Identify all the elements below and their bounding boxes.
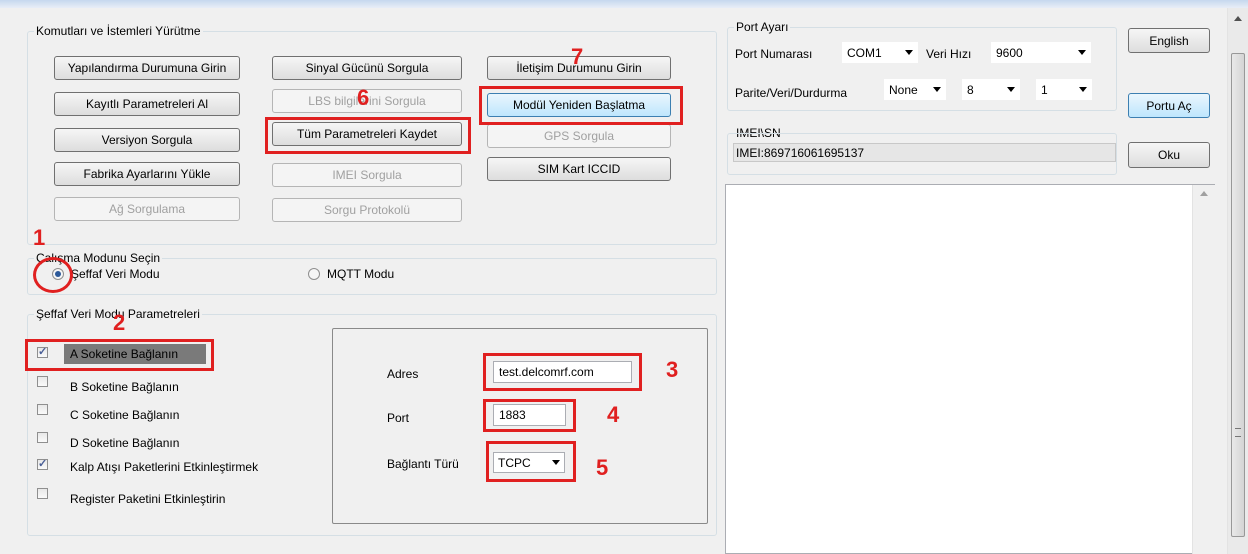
parity-label: Parite/Veri/Durdurma [735, 86, 848, 100]
parity-select[interactable]: None [884, 79, 946, 100]
transparent-mode-label: Şeffaf Veri Modu [71, 267, 160, 281]
annotation-box-port [483, 399, 576, 432]
socket-c-label: C Soketine Bağlanın [70, 408, 180, 422]
chevron-down-icon [1078, 50, 1086, 55]
chevron-down-icon [933, 87, 941, 92]
version-query-button[interactable]: Versiyon Sorgula [54, 128, 240, 152]
chevron-down-icon [1007, 87, 1015, 92]
baud-rate-label: Veri Hızı [926, 47, 972, 61]
annotation-number-3: 3 [666, 357, 679, 382]
output-textarea[interactable] [725, 184, 1215, 554]
annotation-number-1: 1 [33, 225, 46, 250]
annotation-number-4: 4 [607, 402, 620, 427]
gps-query-button[interactable]: GPS Sorgula [487, 124, 671, 148]
chevron-down-icon [905, 50, 913, 55]
window-title-strip [0, 0, 1248, 8]
annotation-number-7: 7 [571, 44, 584, 69]
register-checkbox[interactable] [37, 488, 48, 499]
heartbeat-checkbox[interactable] [37, 457, 48, 470]
socket-c-checkbox[interactable] [37, 404, 48, 415]
annotation-box-socket-a [25, 339, 214, 371]
port-settings-legend: Port Ayarı [734, 20, 791, 34]
read-button[interactable]: Oku [1128, 142, 1210, 168]
chevron-down-icon [1079, 87, 1087, 92]
heartbeat-label: Kalp Atışı Paketlerini Etkinleştirmek [70, 460, 259, 474]
stop-bits-select[interactable]: 1 [1036, 79, 1092, 100]
annotation-box-save-all [265, 117, 471, 154]
commands-legend: Komutları ve İstemleri Yürütme [34, 24, 203, 38]
port-number-label: Port Numarası [735, 47, 813, 61]
imei-query-button[interactable]: IMEI Sorgula [272, 163, 462, 187]
signal-query-button[interactable]: Sinyal Gücünü Sorgula [272, 56, 462, 80]
factory-load-button[interactable]: Fabrika Ayarlarını Yükle [54, 162, 240, 186]
register-label: Register Paketini Etkinleştirin [70, 492, 226, 506]
annotation-box-conn-type [486, 441, 576, 482]
stop-bits-value: 1 [1041, 82, 1048, 97]
data-bits-select[interactable]: 8 [962, 79, 1020, 100]
output-scrollbar[interactable] [1192, 185, 1215, 554]
network-query-button[interactable]: Ağ Sorgulama [54, 197, 240, 221]
baud-rate-select[interactable]: 9600 [991, 42, 1091, 63]
port-number-select[interactable]: COM1 [842, 42, 918, 63]
english-button[interactable]: English [1128, 28, 1210, 53]
annotation-number-6: 6 [357, 85, 370, 110]
annotation-circle-mode [33, 257, 73, 293]
socket-b-label: B Soketine Bağlanın [70, 380, 179, 394]
config-enter-button[interactable]: Yapılandırma Durumuna Girin [54, 56, 240, 80]
annotation-number-5: 5 [596, 455, 609, 480]
port-number-value: COM1 [847, 45, 882, 60]
annotation-box-module-restart [479, 86, 683, 125]
data-bits-value: 8 [967, 82, 974, 97]
scroll-up-icon[interactable] [1234, 16, 1242, 21]
scroll-thumb[interactable] [1231, 53, 1245, 537]
annotation-number-2: 2 [113, 310, 126, 335]
parity-value: None [889, 82, 918, 97]
scroll-up-icon[interactable] [1200, 191, 1208, 196]
connection-type-label: Bağlantı Türü [387, 457, 459, 471]
window-scrollbar[interactable] [1227, 8, 1248, 554]
protocol-query-button[interactable]: Sorgu Protokolü [272, 198, 462, 222]
port-label: Port [387, 411, 410, 425]
saved-params-button[interactable]: Kayıtlı Parametreleri Al [54, 92, 240, 116]
grip-icon [1235, 428, 1241, 437]
socket-b-checkbox[interactable] [37, 376, 48, 387]
address-label: Adres [387, 367, 419, 381]
mqtt-mode-radio[interactable] [308, 268, 320, 280]
imei-field: IMEI:869716061695137 [733, 143, 1116, 162]
annotation-box-address [483, 353, 642, 391]
sim-iccid-button[interactable]: SIM Kart ICCID [487, 157, 671, 181]
mqtt-mode-label: MQTT Modu [327, 267, 395, 281]
imei-value: IMEI:869716061695137 [736, 145, 865, 160]
baud-rate-value: 9600 [996, 45, 1023, 60]
open-port-button[interactable]: Portu Aç [1128, 93, 1210, 118]
socket-d-checkbox[interactable] [37, 432, 48, 443]
socket-d-label: D Soketine Bağlanın [70, 436, 180, 450]
